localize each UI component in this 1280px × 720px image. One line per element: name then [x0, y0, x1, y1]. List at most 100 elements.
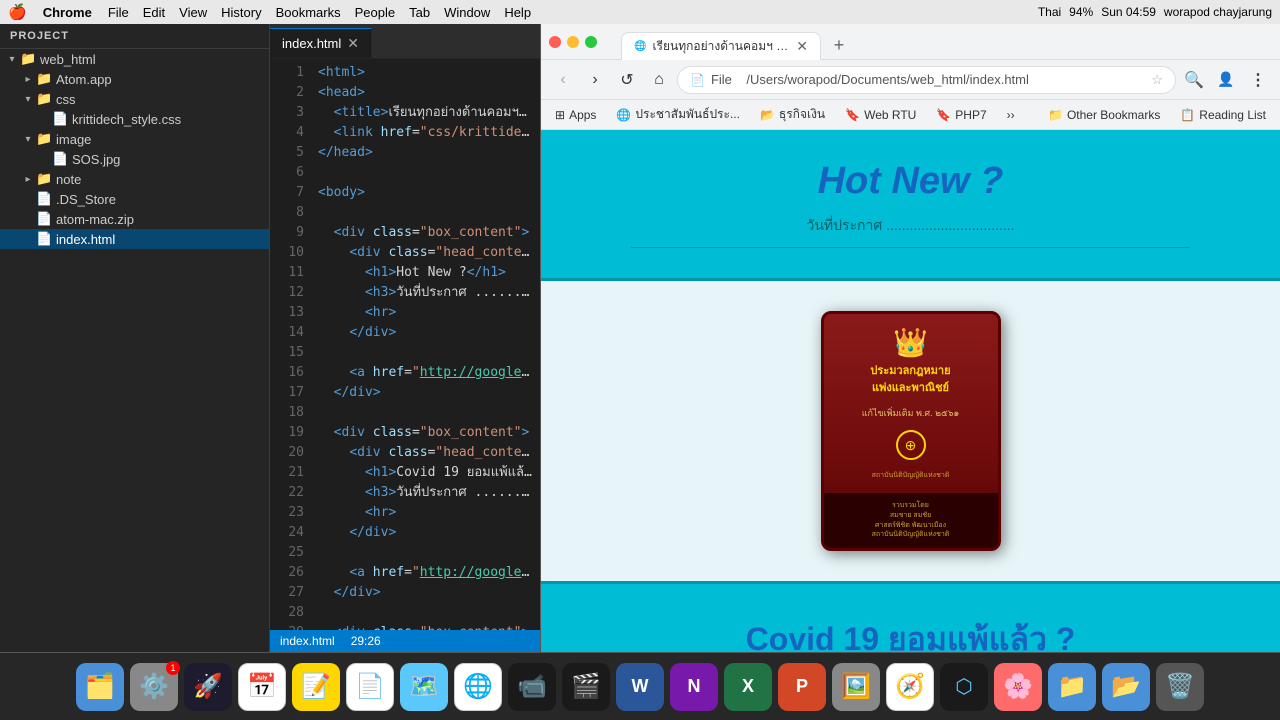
home-button[interactable]: ⌂ — [645, 66, 673, 94]
book-emblem: 👑 — [834, 326, 988, 359]
dock-item-onenote[interactable]: N — [670, 663, 718, 711]
dock-item-trash[interactable]: 🗑️ — [1156, 663, 1204, 711]
dock-item-obs[interactable]: 🎬 — [562, 663, 610, 711]
dock-item-safari[interactable]: 🧭 — [886, 663, 934, 711]
url-bar[interactable]: 📄 File /Users/worapod/Documents/web_html… — [677, 66, 1176, 94]
browser-tab-active[interactable]: 🌐 เรียนทุกอย่างด้านคอมฯ Web Des... ✕ — [621, 32, 821, 60]
tree-item-css-file[interactable]: 📄 krittidech_style.css — [0, 109, 269, 129]
bookmarks-bar: ⊞ Apps 🌐 ประชาสัมพันธ์ประ... 📂 ธุรกิจเงิ… — [541, 100, 1280, 130]
tab-close-icon[interactable]: ✕ — [796, 38, 808, 55]
bookmark-web-rtu[interactable]: 🔖 Web RTU — [839, 106, 922, 124]
dock-item-finder[interactable]: 🗂️ — [76, 663, 124, 711]
menu-dots-button[interactable]: ⋮ — [1244, 66, 1272, 94]
window-close-button[interactable] — [549, 36, 561, 48]
menu-bookmarks[interactable]: Bookmarks — [276, 5, 341, 20]
menu-tab[interactable]: Tab — [409, 5, 430, 20]
bookmark-star-icon[interactable]: ☆ — [1151, 72, 1163, 88]
book-circle-emblem: ⊕ — [896, 430, 926, 460]
tree-label: web_html — [40, 52, 96, 67]
bookmark-more[interactable]: ›› — [1001, 106, 1021, 124]
tree-item-web-html[interactable]: ▾ 📁 web_html — [0, 49, 269, 69]
menu-view[interactable]: View — [179, 5, 207, 20]
dock-item-folder2[interactable]: 📂 — [1102, 663, 1150, 711]
covid-title: Covid 19 ยอมแพ้แล้ว ? — [561, 614, 1260, 652]
editor-content[interactable]: 12345 678910 1112131415 1617181920 21222… — [270, 59, 540, 630]
book-dark-text-3: ศาสตร์พิชิต พัฒนาเมือง — [875, 521, 946, 531]
folder-icon: 📁 — [36, 131, 52, 147]
dock-item-maps[interactable]: 🗺️ — [400, 663, 448, 711]
code-area[interactable]: <html> <head> <title>เรียนทุกอย่างด้านคอ… — [310, 59, 540, 630]
battery-indicator: 94% — [1069, 5, 1093, 19]
project-title: Project — [0, 24, 269, 49]
book-dark-band: รวบรวมโดย สมชาย สมชัย ศาสตร์พิชิต พัฒนาเ… — [824, 493, 998, 548]
reload-button[interactable]: ↺ — [613, 66, 641, 94]
tree-arrow: ▾ — [20, 134, 36, 145]
bookmark-prachasan[interactable]: 🌐 ประชาสัมพันธ์ประ... — [610, 103, 746, 126]
bookmark-other[interactable]: 📁 Other Bookmarks — [1042, 106, 1166, 124]
menu-bar-right: Thai 94% Sun 04:59 worapod chayjarung — [1038, 5, 1272, 19]
dock-item-textedit[interactable]: 📄 — [346, 663, 394, 711]
menu-window[interactable]: Window — [444, 5, 490, 20]
tree-label: image — [56, 132, 91, 147]
profile-button[interactable]: 👤 — [1212, 66, 1240, 94]
editor-tab-index-html[interactable]: index.html ✕ — [270, 28, 372, 58]
bookmark-apps[interactable]: ⊞ Apps — [549, 106, 602, 124]
book-title-line2: แพ่งและพาณิชย์ — [834, 380, 988, 397]
back-button[interactable]: ‹ — [549, 66, 577, 94]
tree-item-atom-app[interactable]: ▸ 📁 Atom.app — [0, 69, 269, 89]
line-numbers: 12345 678910 1112131415 1617181920 21222… — [270, 59, 310, 630]
menu-file[interactable]: File — [108, 5, 129, 20]
tree-label: atom-mac.zip — [56, 212, 134, 227]
menu-people[interactable]: People — [355, 5, 395, 20]
dock-item-system-prefs[interactable]: ⚙️ 1 — [130, 663, 178, 711]
tree-item-css[interactable]: ▾ 📁 css — [0, 89, 269, 109]
menu-help[interactable]: Help — [504, 5, 531, 20]
book-title-line1: ประมวลกฎหมาย — [834, 363, 988, 380]
search-button[interactable]: 🔍 — [1180, 66, 1208, 94]
url-path: /Users/worapod/Documents/web_html/index.… — [746, 72, 1029, 87]
tree-item-sos-jpg[interactable]: 📄 SOS.jpg — [0, 149, 269, 169]
forward-button[interactable]: › — [581, 66, 609, 94]
tree-item-image[interactable]: ▾ 📁 image — [0, 129, 269, 149]
menu-edit[interactable]: Edit — [143, 5, 165, 20]
bookmark-php7[interactable]: 🔖 PHP7 — [930, 106, 992, 124]
dock-item-excel[interactable]: X — [724, 663, 772, 711]
dock-item-powerpoint[interactable]: P — [778, 663, 826, 711]
bookmark-label: Apps — [569, 108, 596, 122]
dock-item-chrome[interactable]: 🌐 — [454, 663, 502, 711]
tab-close-icon[interactable]: ✕ — [347, 35, 359, 52]
html-file-icon: 📄 — [36, 231, 52, 247]
dock-item-facetime[interactable]: 📹 — [508, 663, 556, 711]
tree-item-note[interactable]: ▸ 📁 note — [0, 169, 269, 189]
dock-item-notes[interactable]: 📝 — [292, 663, 340, 711]
bookmark-thurakit[interactable]: 📂 ธุรกิจเงิน — [754, 103, 831, 126]
tree-item-atom-zip[interactable]: 📄 atom-mac.zip — [0, 209, 269, 229]
tree-item-index-html[interactable]: 📄 index.html — [0, 229, 269, 249]
input-source: Thai — [1038, 5, 1061, 19]
window-maximize-button[interactable] — [585, 36, 597, 48]
project-panel: Project ▾ 📁 web_html ▸ 📁 Atom.app ▾ — [0, 24, 270, 652]
file-protocol-icon: 📄 — [690, 73, 705, 87]
dock-item-word[interactable]: W — [616, 663, 664, 711]
dock-item-launchpad[interactable]: 🚀 — [184, 663, 232, 711]
dock-item-bluetooth[interactable]: ⬡ — [940, 663, 988, 711]
section-book: 👑 ประมวลกฎหมาย แพ่งและพาณิชย์ แก้ไขเพิ่ม… — [541, 281, 1280, 581]
dock-item-files[interactable]: 📁 — [1048, 663, 1096, 711]
tab-favicon: 🌐 — [634, 41, 646, 52]
tree-item-ds-store[interactable]: 📄 .DS_Store — [0, 189, 269, 209]
menu-items: File Edit View History Bookmarks People … — [108, 5, 531, 20]
hot-new-title: Hot New ? — [561, 160, 1260, 203]
dock-item-fantastical[interactable]: 🌸 — [994, 663, 1042, 711]
menu-history[interactable]: History — [221, 5, 261, 20]
tree-arrow: ▸ — [20, 174, 36, 185]
dock-item-calendar[interactable]: 📅 — [238, 663, 286, 711]
editor-panel: index.html ✕ 12345 678910 1112131415 161… — [270, 24, 540, 652]
dock-item-photos[interactable]: 🖼️ — [832, 663, 880, 711]
window-minimize-button[interactable] — [567, 36, 579, 48]
apple-menu[interactable]: 🍎 — [8, 3, 27, 21]
web-page: Hot New ? วันที่ประกาศ .................… — [541, 130, 1280, 652]
tree-label: note — [56, 172, 81, 187]
new-tab-button[interactable]: + — [825, 31, 853, 59]
browser-content[interactable]: Hot New ? วันที่ประกาศ .................… — [541, 130, 1280, 652]
bookmark-reading-list[interactable]: 📋 Reading List — [1174, 106, 1272, 124]
